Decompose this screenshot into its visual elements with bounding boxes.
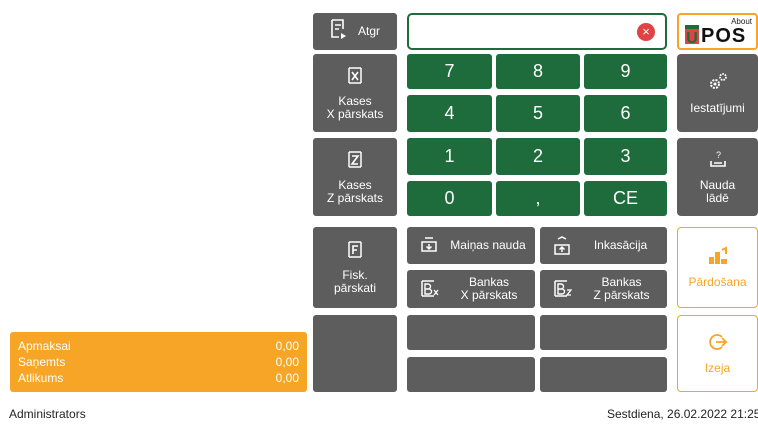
key-ce[interactable]: CE [584, 181, 667, 216]
summary-row-atlikums: Atlikums 0,00 [18, 370, 299, 386]
svg-text:?: ? [716, 150, 721, 160]
summary-value: 0,00 [275, 339, 299, 353]
empty-action-button[interactable] [407, 315, 535, 350]
empty-action-button[interactable] [407, 357, 535, 392]
key-9[interactable]: 9 [584, 54, 667, 89]
summary-label: Saņemts [18, 355, 66, 369]
amount-input[interactable]: × [407, 13, 667, 50]
inkasacija-label: Inkasācija [593, 238, 648, 252]
cash-drawer-icon: ? [708, 150, 728, 179]
about-logo-button[interactable]: About U POS [677, 13, 758, 50]
summary-value: 0,00 [275, 371, 299, 385]
empty-action-button[interactable] [540, 315, 667, 350]
izeja-label: Izeja [704, 361, 731, 375]
kases-z-report-button[interactable]: Kases Z pārskats [313, 138, 397, 216]
fiscal-report-icon [346, 240, 364, 269]
key-1[interactable]: 1 [407, 138, 492, 175]
bankas-x-label: Bankas X pārskats [460, 275, 518, 302]
summary-label: Atlikums [18, 371, 64, 385]
z-report-icon [346, 150, 364, 179]
izeja-button[interactable]: Izeja [677, 315, 758, 392]
brand-text: POS [701, 25, 747, 47]
summary-value: 0,00 [275, 355, 299, 369]
kases-x-report-button[interactable]: Kases X pārskats [313, 54, 397, 132]
change-money-icon [419, 236, 439, 256]
return-icon [330, 18, 348, 45]
bankas-z-report-button[interactable]: Bankas Z pārskats [540, 270, 667, 308]
key-4[interactable]: 4 [407, 95, 492, 132]
inkasacija-button[interactable]: Inkasācija [540, 227, 667, 264]
bank-z-report-icon [552, 279, 574, 299]
clear-icon[interactable]: × [637, 23, 655, 41]
key-3[interactable]: 3 [584, 138, 667, 175]
mainas-nauda-label: Maiņas nauda [450, 238, 526, 252]
sale-icon [707, 246, 729, 275]
nauda-lade-label: Nauda lādē [699, 177, 736, 205]
key-comma[interactable]: , [496, 181, 580, 216]
status-bar: Administrators Sestdiena, 26.02.2022 21:… [0, 398, 758, 429]
cash-collection-icon [552, 235, 572, 256]
kases-z-label: Kases Z pārskats [326, 177, 383, 205]
kases-x-label: Kases X pārskats [326, 93, 384, 121]
bankas-z-label: Bankas Z pārskats [593, 275, 650, 302]
payment-summary: Apmaksai 0,00 Saņemts 0,00 Atlikums 0,00 [10, 332, 307, 392]
iestatijumi-label: Iestatījumi [690, 100, 745, 115]
empty-action-button[interactable] [540, 357, 667, 392]
pardosana-button[interactable]: Pārdošana [677, 227, 758, 308]
key-5[interactable]: 5 [496, 95, 580, 132]
fisk-label: Fisk. pārskati [333, 268, 377, 295]
summary-row-sanemts: Saņemts 0,00 [18, 354, 299, 370]
atgr-label: Atgr [357, 24, 380, 38]
atgr-button[interactable]: Atgr [313, 13, 397, 50]
summary-row-apmaksai: Apmaksai 0,00 [18, 338, 299, 354]
key-7[interactable]: 7 [407, 54, 492, 89]
nauda-lade-button[interactable]: ? Nauda lādē [677, 138, 758, 216]
user-name: Administrators [9, 407, 86, 421]
pardosana-label: Pārdošana [688, 275, 747, 289]
key-2[interactable]: 2 [496, 138, 580, 175]
mainas-nauda-button[interactable]: Maiņas nauda [407, 227, 535, 264]
key-8[interactable]: 8 [496, 54, 580, 89]
exit-icon [708, 332, 728, 361]
bankas-x-report-button[interactable]: Bankas X pārskats [407, 270, 535, 308]
bank-x-report-icon [419, 279, 441, 299]
fisk-reports-button[interactable]: Fisk. pārskati [313, 227, 397, 308]
settings-gears-icon [707, 72, 729, 101]
brand-mark: U [685, 25, 699, 47]
iestatijumi-button[interactable]: Iestatījumi [677, 54, 758, 132]
key-0[interactable]: 0 [407, 181, 492, 216]
date-time: Sestdiena, 26.02.2022 21:25 [607, 407, 758, 421]
x-report-icon [346, 66, 364, 95]
empty-button[interactable] [313, 315, 397, 392]
summary-label: Apmaksai [18, 339, 71, 353]
key-6[interactable]: 6 [584, 95, 667, 132]
